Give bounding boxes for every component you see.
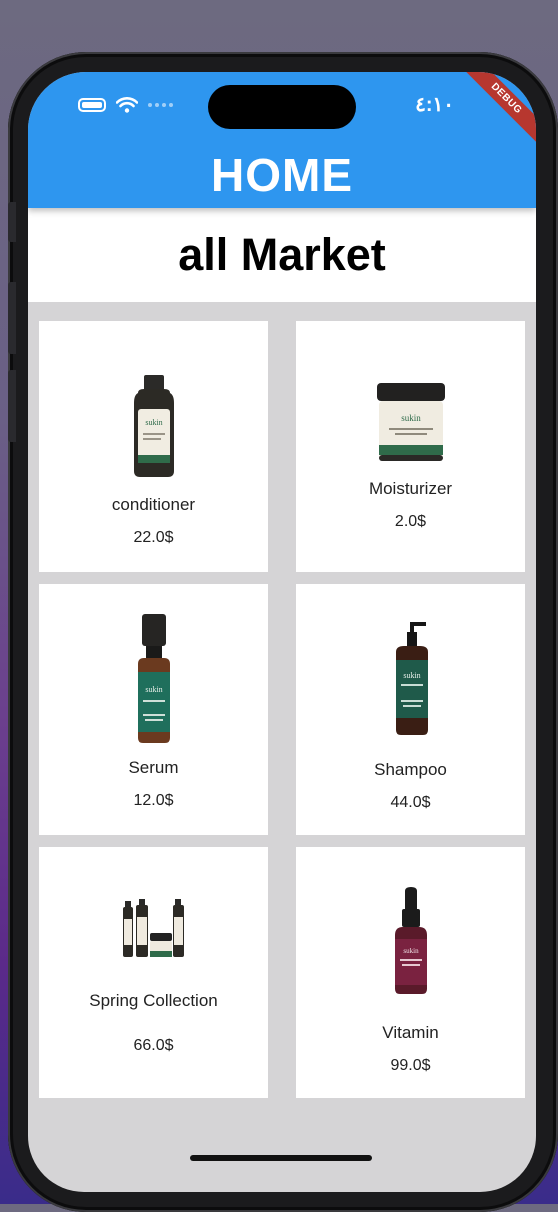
product-price: 66.0$ bbox=[133, 1037, 174, 1054]
product-price: 99.0$ bbox=[390, 1057, 431, 1074]
battery-icon bbox=[78, 98, 106, 112]
product-name: Spring Collection bbox=[89, 991, 218, 1010]
product-name: Moisturizer bbox=[368, 479, 453, 498]
product-card[interactable]: sukin conditioner 22.0$ bbox=[39, 321, 268, 572]
home-indicator[interactable] bbox=[190, 1155, 372, 1161]
wifi-icon bbox=[116, 97, 138, 113]
svg-text:sukin: sukin bbox=[401, 413, 421, 423]
app-screen: ٤:١٠ DEBUG HOME all Market sukin conditi… bbox=[28, 72, 536, 1192]
product-price: 22.0$ bbox=[133, 529, 174, 546]
status-bar-left bbox=[78, 96, 173, 114]
svg-text:sukin: sukin bbox=[145, 685, 162, 694]
vitamin-dropper-bottle-icon: sukin bbox=[391, 887, 431, 995]
dynamic-island bbox=[208, 85, 356, 129]
svg-text:sukin: sukin bbox=[403, 947, 419, 955]
product-name: conditioner bbox=[111, 495, 196, 514]
status-time: ٤:١٠ bbox=[415, 94, 454, 116]
silent-switch bbox=[8, 202, 16, 242]
shampoo-pump-bottle-icon: sukin bbox=[386, 620, 436, 736]
serum-bottle-icon: sukin bbox=[132, 612, 176, 744]
product-card[interactable]: sukin Vitamin 99.0$ bbox=[296, 847, 525, 1098]
app-bar-title: HOME bbox=[211, 149, 353, 201]
product-collection-icon bbox=[121, 899, 187, 961]
product-card[interactable]: Spring Collection 66.0$ bbox=[39, 847, 268, 1098]
product-card[interactable]: sukin Shampoo 44.0$ bbox=[296, 584, 525, 835]
volume-up-button bbox=[8, 282, 16, 354]
moisturizer-jar-icon: sukin bbox=[375, 359, 447, 463]
product-name: Serum bbox=[128, 758, 179, 777]
product-name: Shampoo bbox=[374, 760, 447, 779]
app-bar: ٤:١٠ DEBUG HOME bbox=[28, 72, 536, 208]
product-card[interactable]: sukin Serum 12.0$ bbox=[39, 584, 268, 835]
conditioner-bottle-icon: sukin bbox=[124, 359, 184, 479]
product-price: 2.0$ bbox=[394, 513, 427, 530]
svg-text:sukin: sukin bbox=[403, 671, 420, 680]
signal-dots-icon bbox=[148, 103, 173, 107]
product-price: 12.0$ bbox=[133, 792, 174, 809]
product-card[interactable]: sukin Moisturizer 2.0$ bbox=[296, 321, 525, 572]
volume-down-button bbox=[8, 370, 16, 442]
product-name: Vitamin bbox=[382, 1023, 439, 1042]
product-price: 44.0$ bbox=[390, 794, 431, 811]
svg-text:sukin: sukin bbox=[145, 418, 162, 427]
section-title: all Market bbox=[28, 208, 536, 302]
debug-banner: DEBUG bbox=[457, 72, 536, 148]
